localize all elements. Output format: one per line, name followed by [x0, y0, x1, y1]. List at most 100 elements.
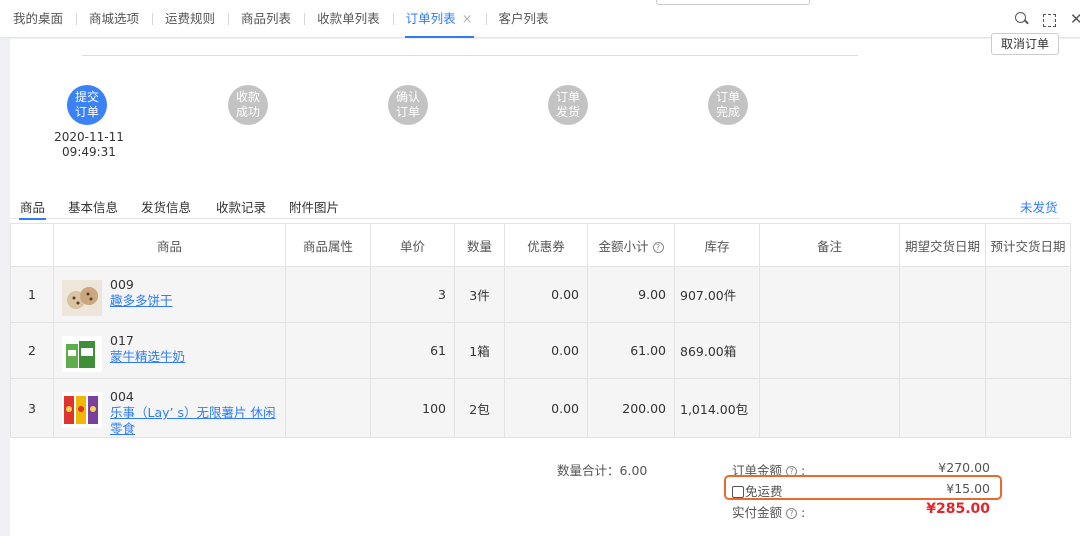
subtotal: 9.00: [587, 266, 675, 323]
chips-thumb[interactable]: [62, 392, 102, 428]
product-code: 004: [110, 389, 134, 404]
expected-date: [899, 378, 986, 438]
subtab-item[interactable]: 商品: [18, 197, 47, 220]
fullscreen-icon[interactable]: [1043, 13, 1056, 27]
subtab-item[interactable]: 附件图片: [289, 197, 339, 219]
shipping-fee-value: ¥15.00: [946, 481, 990, 496]
step-label: 确认: [395, 90, 420, 104]
step-label: 发货: [555, 105, 580, 119]
column-header-label: 数量: [466, 238, 492, 254]
paid-amount-label: 实付金额: [732, 505, 783, 520]
quantity: 2包: [454, 378, 505, 438]
tab-item[interactable]: 我的桌面: [0, 0, 76, 38]
product-attribute: [285, 322, 371, 379]
expected-date: [899, 322, 986, 379]
step-label: 订单: [395, 105, 420, 119]
free-shipping-checkbox[interactable]: [732, 486, 744, 498]
step-time: 09:49:31: [62, 145, 116, 159]
quantity: 3件: [454, 266, 505, 323]
product-name-link[interactable]: 乐事（Lay’ s）无限薯片 休闲零食: [110, 405, 285, 437]
step-date: 2020-11-11: [54, 130, 124, 144]
column-header: 备注: [759, 223, 900, 267]
product-attribute: [285, 266, 371, 323]
product-name-link[interactable]: 蒙牛精选牛奶: [110, 349, 185, 365]
column-header-label: 商品: [156, 238, 182, 254]
tab-item[interactable]: 客户列表: [485, 0, 562, 38]
order-items-table: 商品 商品属性 单价 数量 优惠券 金额小计 ? 库存 备注 期望交货日期 预计交货日期 1 009…: [10, 223, 1071, 438]
product-text: 017 蒙牛精选牛奶: [110, 333, 185, 365]
product-cell: 017 蒙牛精选牛奶: [53, 322, 286, 379]
help-icon[interactable]: ?: [786, 508, 797, 519]
tab-item[interactable]: 收款单列表: [304, 0, 393, 38]
stock: 869.00箱: [674, 322, 760, 379]
tab-item[interactable]: 商城选项: [76, 0, 152, 38]
column-header-label: 期望交货日期: [904, 238, 980, 254]
unit-price: 100: [370, 378, 455, 438]
tab-item[interactable]: 商品列表: [228, 0, 304, 38]
order-amount-value: ¥270.00: [938, 460, 990, 475]
subtab-item[interactable]: 发货信息: [141, 197, 191, 219]
column-header: 商品属性: [285, 223, 371, 267]
column-header-label: 库存: [704, 238, 730, 254]
product-cell: 009 趣多多饼干: [53, 266, 286, 323]
search-icon[interactable]: [1013, 11, 1029, 27]
progress-step: 订单 完成: [708, 85, 748, 125]
row-number: 3: [10, 378, 54, 438]
step-label: 订单: [555, 90, 580, 104]
estimated-date: [985, 266, 1071, 323]
column-header-label: 商品属性: [302, 238, 353, 254]
product-info: 009 趣多多饼干: [54, 277, 285, 316]
tab-label: 商品列表: [241, 11, 292, 26]
step-label: 提交: [74, 90, 99, 104]
paid-amount-value: ¥285.00: [926, 501, 990, 517]
product-name-link[interactable]: 趣多多饼干: [110, 293, 173, 309]
table-header: 商品 商品属性 单价 数量 优惠券 金额小计 ? 库存 备注 期望交货日期 预计交货日期: [10, 223, 1071, 267]
unit-price: 61: [370, 322, 455, 379]
milk-thumb[interactable]: [62, 336, 102, 372]
coupon-amount: 0.00: [504, 266, 588, 323]
progress-step: 订单 发货: [548, 85, 588, 125]
remark: [759, 266, 900, 323]
tab-close-icon[interactable]: ×: [462, 12, 473, 27]
progress-step: 提交 订单: [67, 85, 107, 125]
column-header: 库存: [674, 223, 760, 267]
step-label: 订单: [74, 105, 99, 119]
table-body: 1 009 趣多多饼干 3 3件 0.00 9.00 907.00件 2 017 蒙牛精选牛奶 61 1…: [10, 266, 1071, 438]
coupon-amount: 0.00: [504, 378, 588, 438]
column-header: 预计交货日期: [985, 223, 1071, 267]
step-label: 订单: [715, 90, 740, 104]
column-header-label: 预计交货日期: [990, 238, 1066, 254]
close-icon[interactable]: ✕: [1070, 11, 1080, 27]
subtab-item[interactable]: 基本信息: [68, 197, 118, 219]
column-header: 优惠券: [504, 223, 588, 267]
column-header: 数量: [454, 223, 505, 267]
quantity-total-label: 数量合计：: [557, 463, 620, 478]
product-info: 004 乐事（Lay’ s）无限薯片 休闲零食: [54, 389, 285, 437]
paid-amount-label-wrap: 实付金额 ? :: [732, 502, 805, 521]
remark: [759, 378, 900, 438]
step-label: 收款: [235, 90, 260, 104]
cancel-order-button[interactable]: 取消订单: [991, 33, 1059, 55]
unit-price: 3: [370, 266, 455, 323]
row-number: 1: [10, 266, 54, 323]
top-search-edge[interactable]: [656, 0, 810, 5]
tab-label: 运费规则: [165, 11, 216, 26]
stock: 907.00件: [674, 266, 760, 323]
table-row: 2 017 蒙牛精选牛奶 61 1箱 0.00 61.00 869.00箱: [10, 322, 1071, 379]
tab-item[interactable]: 运费规则: [152, 0, 228, 38]
tab-label: 客户列表: [498, 11, 549, 26]
help-icon[interactable]: ?: [652, 241, 664, 253]
subtab-item[interactable]: 收款记录: [216, 197, 266, 219]
cookie-thumb[interactable]: [62, 280, 102, 316]
column-header: 单价: [370, 223, 455, 267]
remark: [759, 322, 900, 379]
paid-amount-colon: :: [800, 505, 806, 520]
product-cell: 004 乐事（Lay’ s）无限薯片 休闲零食: [53, 378, 286, 438]
tab-list: 我的桌面 商城选项 运费规则 商品列表 收款单列表 订单列表 × 客户列表: [0, 0, 562, 38]
tab-label: 商城选项: [89, 11, 140, 26]
shipping-status-link[interactable]: 未发货: [1020, 197, 1058, 216]
product-code: 017: [110, 333, 134, 348]
quantity-total-value: 6.00: [619, 463, 648, 478]
progress-step: 收款 成功: [228, 85, 268, 125]
tab-item[interactable]: 订单列表 ×: [392, 0, 486, 38]
